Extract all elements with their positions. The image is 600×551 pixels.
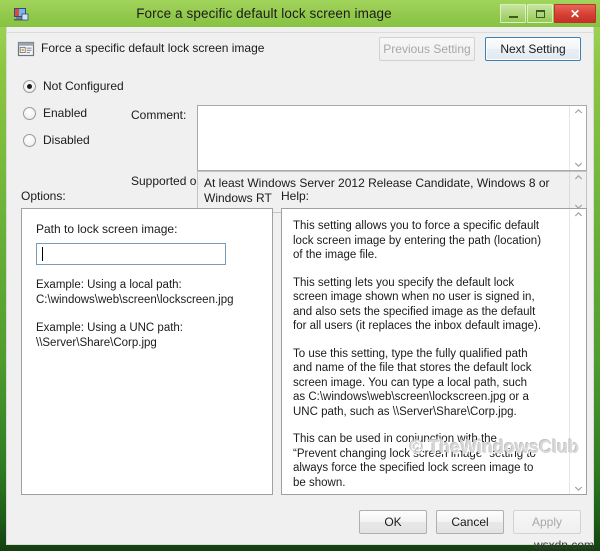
window-controls: ✕ [499, 4, 596, 23]
text-caret [42, 247, 43, 261]
maximize-icon [535, 9, 545, 18]
help-paragraph: To use this setting, type the fully qual… [293, 347, 532, 418]
screenshot-root: Force a specific default lock screen ima… [0, 0, 600, 551]
radio-disabled-label: Disabled [43, 133, 90, 147]
apply-button[interactable]: Apply [513, 510, 581, 534]
supported-on-box: At least Windows Server 2012 Release Can… [197, 171, 587, 213]
policy-setting-icon [17, 40, 35, 58]
radio-not-configured-label: Not Configured [43, 79, 124, 93]
help-paragraph: This setting lets you specify the defaul… [293, 276, 542, 333]
example-unc-path: Example: Using a UNC path: \\Server\Shar… [36, 321, 258, 351]
policy-header: Force a specific default lock screen ima… [7, 33, 593, 67]
radio-enabled-label: Enabled [43, 106, 88, 120]
scroll-up-icon[interactable] [574, 108, 583, 115]
supported-on-label: Supported on: [131, 174, 207, 188]
maximize-button[interactable] [527, 4, 553, 23]
supported-on-value: At least Windows Server 2012 Release Can… [204, 176, 550, 205]
watermark-wsxdn: wsxdn.com [533, 538, 594, 551]
example-unc-path-title: Example: Using a UNC path: [36, 322, 184, 334]
example-local-path-value: C:\windows\web\screen\lockscreen.jpg [36, 294, 234, 306]
radio-not-configured-indicator [23, 79, 36, 93]
example-local-path-title: Example: Using a local path: [36, 279, 182, 291]
radio-disabled[interactable]: Disabled [23, 133, 90, 147]
dialog-body: Force a specific default lock screen ima… [6, 32, 594, 545]
scroll-up-icon[interactable] [574, 211, 583, 218]
options-section-label: Options: [21, 189, 66, 203]
title-bar[interactable]: Force a specific default lock screen ima… [0, 0, 600, 27]
dialog-footer: OK Cancel Apply [359, 510, 581, 534]
close-button[interactable]: ✕ [554, 4, 596, 23]
watermark-thewindowsclub: © TheWindowsClub [410, 437, 580, 457]
radio-disabled-indicator [23, 133, 36, 147]
comment-value [198, 106, 586, 114]
example-unc-path-value: \\Server\Share\Corp.jpg [36, 337, 157, 349]
comment-scrollbar[interactable] [569, 106, 586, 170]
help-panel: This setting allows you to force a speci… [281, 208, 587, 495]
previous-setting-button[interactable]: Previous Setting [379, 37, 475, 61]
example-local-path: Example: Using a local path: C:\windows\… [36, 278, 258, 308]
scroll-down-icon[interactable] [574, 485, 583, 492]
ok-button[interactable]: OK [359, 510, 427, 534]
options-panel: Path to lock screen image: Example: Usin… [21, 208, 273, 495]
next-setting-button[interactable]: Next Setting [485, 37, 581, 61]
comment-label: Comment: [131, 108, 187, 122]
cancel-button[interactable]: Cancel [436, 510, 504, 534]
radio-enabled[interactable]: Enabled [23, 106, 87, 120]
options-panel-content: Path to lock screen image: Example: Usin… [22, 209, 272, 351]
minimize-icon [508, 15, 518, 18]
radio-enabled-indicator [23, 106, 36, 120]
help-paragraph: This setting allows you to force a speci… [293, 220, 542, 261]
scroll-up-icon[interactable] [574, 174, 583, 181]
window-title: Force a specific default lock screen ima… [136, 6, 392, 21]
help-section-label: Help: [281, 189, 310, 203]
comment-input[interactable] [197, 105, 587, 171]
minimize-button[interactable] [500, 4, 526, 23]
group-policy-editor-icon [13, 6, 29, 22]
supported-on-scrollbar[interactable] [569, 172, 586, 212]
setting-navigation: Previous Setting Next Setting [379, 37, 581, 61]
path-field-label: Path to lock screen image: [36, 222, 178, 236]
close-icon: ✕ [569, 6, 581, 21]
radio-not-configured[interactable]: Not Configured [23, 79, 124, 93]
policy-name: Force a specific default lock screen ima… [41, 41, 265, 55]
scroll-down-icon[interactable] [574, 161, 583, 168]
path-input[interactable] [36, 243, 226, 265]
